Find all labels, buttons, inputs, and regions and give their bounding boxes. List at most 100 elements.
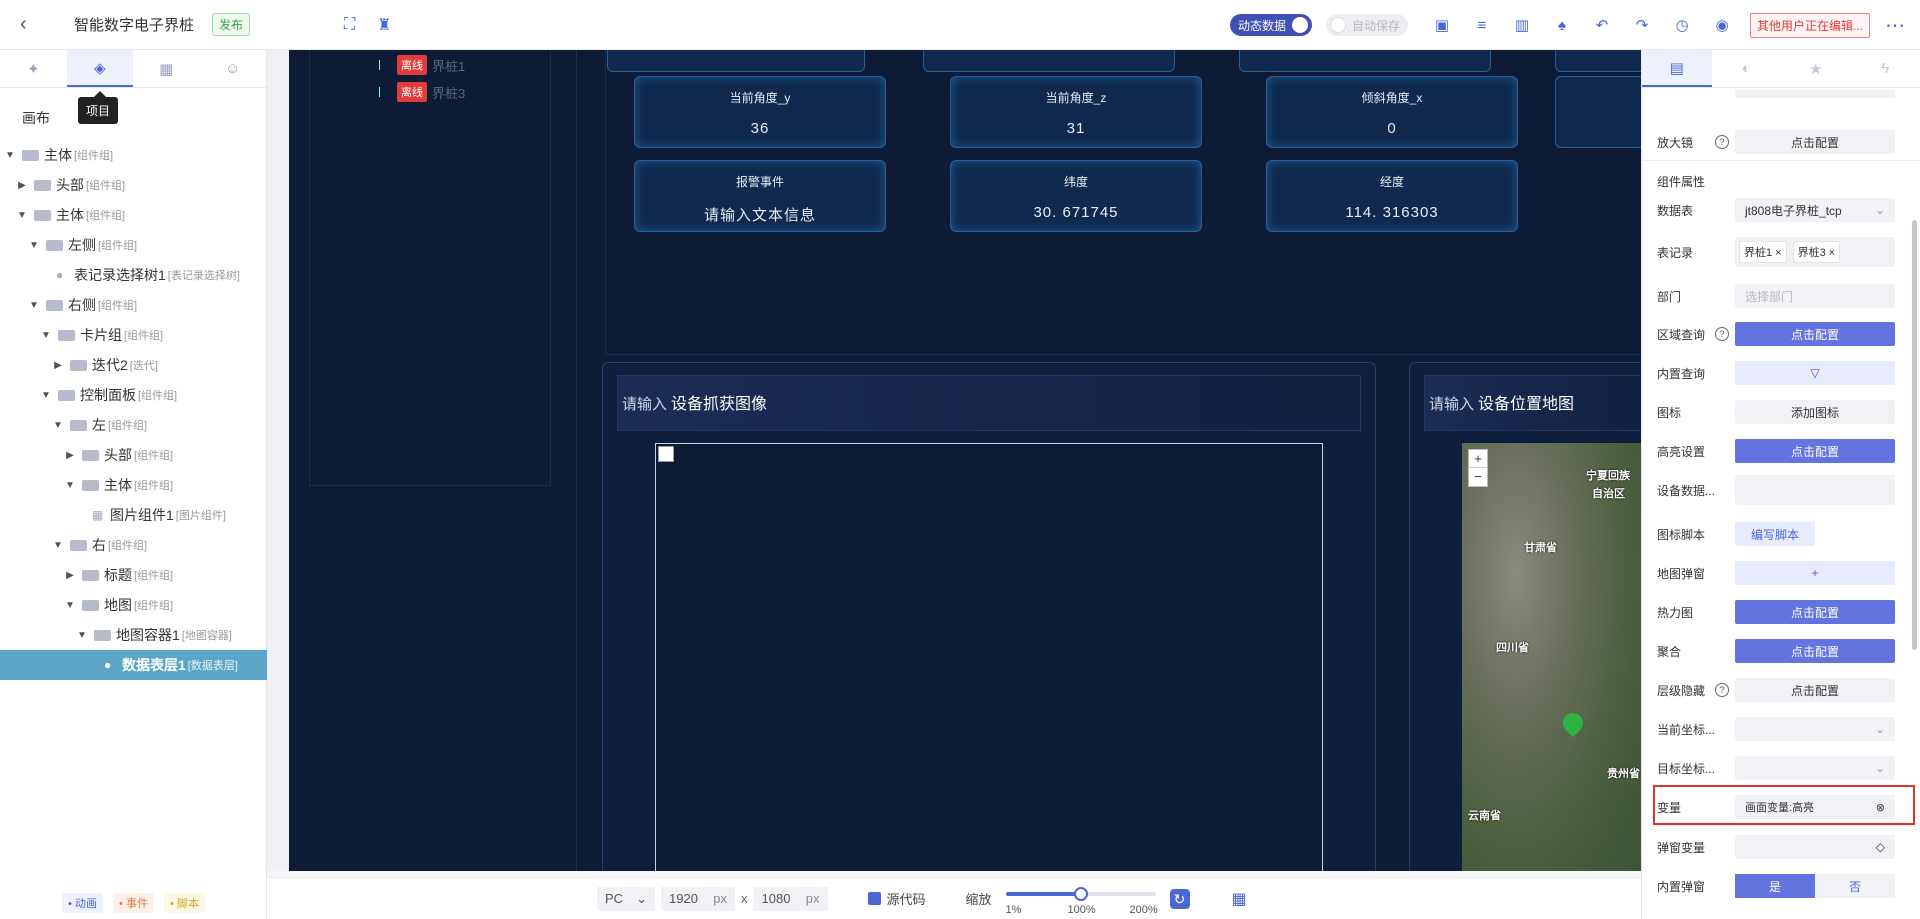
back-icon[interactable]: ‹: [20, 13, 56, 36]
zoom-in-button[interactable]: +: [1469, 450, 1487, 468]
caret-down-icon[interactable]: ▼: [52, 540, 64, 551]
caret-down-icon[interactable]: ▼: [40, 390, 52, 401]
animation-tag[interactable]: • 动画: [62, 893, 104, 913]
tree-node[interactable]: ▼ 左侧 [组件组]: [0, 230, 267, 260]
panel-placeholder[interactable]: 请输入: [1429, 396, 1474, 413]
write-script-button[interactable]: 编写脚本: [1735, 522, 1815, 546]
tree-node[interactable]: ▼ 右 [组件组]: [0, 530, 267, 560]
auto-save-toggle[interactable]: 自动保存: [1325, 14, 1408, 36]
record-chip[interactable]: 界桩1 ×: [1739, 241, 1787, 263]
area-query-config-button[interactable]: 点击配置: [1735, 322, 1895, 346]
tree-node[interactable]: ▼ 卡片组 [组件组]: [0, 320, 267, 350]
caret-down-icon[interactable]: ▼: [52, 420, 64, 431]
clear-icon[interactable]: ⊗: [1876, 801, 1885, 814]
caret-down-icon[interactable]: ▼: [16, 210, 28, 221]
current-coord-select[interactable]: ⌄: [1735, 717, 1895, 741]
tree-node[interactable]: ▶ 标题 [组件组]: [0, 560, 267, 590]
tree-node[interactable]: ▼ 左 [组件组]: [0, 410, 267, 440]
brush-icon[interactable]: ♜: [377, 15, 391, 35]
tree-node[interactable]: ▶ 迭代2 [迭代]: [0, 350, 267, 380]
record-chip[interactable]: 界桩3 ×: [1792, 241, 1841, 263]
heatmap-config-button[interactable]: 点击配置: [1735, 600, 1895, 624]
caret-down-icon[interactable]: ▼: [4, 150, 16, 161]
add-popup-button[interactable]: +: [1735, 561, 1895, 585]
zoom-slider[interactable]: 1% 100% 200%: [1005, 882, 1158, 916]
tree-node[interactable]: ▼ 右侧 [组件组]: [0, 290, 267, 320]
layer-hide-config-button[interactable]: 点击配置: [1735, 678, 1895, 702]
tree-node[interactable]: ● 数据表层1 [数据表层]: [0, 650, 267, 680]
history-icon[interactable]: ◷: [1662, 16, 1702, 34]
caret-down-icon[interactable]: ▼: [28, 240, 40, 251]
reset-zoom-icon[interactable]: ↻: [1169, 888, 1190, 909]
grid-icon[interactable]: ▦: [1232, 889, 1247, 909]
variable-select[interactable]: 画面变量:高亮 ⊗: [1735, 795, 1895, 819]
tab-favorites[interactable]: ★: [1781, 50, 1851, 87]
chart-icon[interactable]: ▥: [1502, 16, 1542, 34]
tree-node[interactable]: ▼ 地图 [组件组]: [0, 590, 267, 620]
help-icon[interactable]: ?: [1715, 683, 1729, 697]
tree-node[interactable]: ▦ 图片组件1 [图片组件]: [0, 500, 267, 530]
records-select[interactable]: 界桩1 × 界桩3 ×: [1735, 237, 1895, 267]
script-tag[interactable]: • 脚本: [163, 893, 205, 913]
caret-down-icon[interactable]: ▼: [64, 600, 76, 611]
tree-node[interactable]: ▼ 主体 [组件组]: [0, 140, 267, 170]
tree-node[interactable]: ● 表记录选择树1 [表记录选择树]: [0, 260, 267, 290]
filter-button[interactable]: ▽: [1735, 361, 1895, 385]
caret-right-icon[interactable]: ▶: [52, 360, 64, 371]
height-input[interactable]: 1080 px: [753, 886, 828, 911]
device-select[interactable]: PC ⌄: [597, 886, 655, 911]
add-icon-button[interactable]: 添加图标: [1735, 400, 1895, 424]
redo-icon[interactable]: ↷: [1622, 16, 1662, 34]
panel-placeholder[interactable]: 请输入: [622, 396, 667, 413]
help-icon[interactable]: ?: [1715, 135, 1729, 149]
cluster-config-button[interactable]: 点击配置: [1735, 639, 1895, 663]
tree-node[interactable]: ▼ 地图容器1 [地图容器]: [0, 620, 267, 650]
magnifier-config-button[interactable]: 点击配置: [1735, 130, 1895, 154]
no-option[interactable]: 否: [1815, 874, 1895, 898]
event-tag[interactable]: • 事件: [113, 893, 154, 913]
zoom-out-button[interactable]: −: [1469, 468, 1487, 486]
tree-node[interactable]: ▼ 控制面板 [组件组]: [0, 380, 267, 410]
database-icon[interactable]: ≡: [1462, 17, 1502, 34]
source-code-button[interactable]: 源代码: [867, 889, 926, 908]
tree-node[interactable]: ▶ 头部 [组件组]: [0, 440, 267, 470]
offline-item[interactable]: 离线 界桩1: [379, 55, 465, 75]
tab-widgets[interactable]: ▦: [133, 50, 200, 87]
tab-layers[interactable]: ◈: [66, 50, 133, 87]
tab-style[interactable]: ◐: [1712, 50, 1782, 87]
fit-screen-icon[interactable]: ⛶: [344, 16, 355, 34]
tab-components[interactable]: ✦: [0, 50, 67, 87]
caret-down-icon[interactable]: ▼: [28, 300, 40, 311]
slider-thumb[interactable]: [1073, 886, 1088, 901]
highlight-config-button[interactable]: 点击配置: [1735, 439, 1895, 463]
caret-right-icon[interactable]: ▶: [16, 180, 28, 191]
canvas-label[interactable]: 画布: [22, 108, 50, 128]
caret-right-icon[interactable]: ▶: [64, 570, 76, 581]
more-icon[interactable]: ⋯: [1870, 13, 1920, 38]
undo-icon[interactable]: ↶: [1582, 16, 1622, 34]
caret-down-icon[interactable]: ▼: [76, 630, 88, 641]
tree-node[interactable]: ▶ 头部 [组件组]: [0, 170, 267, 200]
popup-variable-select[interactable]: ◇: [1735, 835, 1895, 859]
tab-user[interactable]: ☺: [200, 50, 267, 87]
tab-events[interactable]: ϟ: [1851, 50, 1920, 87]
publish-badge[interactable]: 发布: [212, 13, 251, 36]
image-icon[interactable]: ▣: [1422, 16, 1462, 34]
datasheet-select[interactable]: jt808电子界桩_tcp ⌄: [1735, 198, 1895, 222]
device-data-field[interactable]: [1735, 475, 1895, 505]
preview-icon[interactable]: ◉: [1702, 16, 1742, 34]
vertical-scrollbar[interactable]: [1912, 220, 1917, 650]
dynamic-data-toggle[interactable]: 动态数据: [1229, 14, 1312, 36]
editing-warning[interactable]: 其他用户正在编辑...: [1749, 12, 1870, 38]
satellite-map[interactable]: + − 宁夏回族 自治区 甘肃省 四川省 贵州省 云南省: [1462, 443, 1641, 871]
help-icon[interactable]: ?: [1715, 327, 1729, 341]
target-coord-select[interactable]: ⌄: [1735, 756, 1895, 780]
tab-properties[interactable]: ▤: [1642, 50, 1712, 87]
width-input[interactable]: 1920 px: [661, 886, 735, 911]
tree-node[interactable]: ▼ 主体 [组件组]: [0, 200, 267, 230]
map-marker-icon[interactable]: [1558, 708, 1588, 738]
caret-down-icon[interactable]: ▼: [40, 330, 52, 341]
dept-select[interactable]: 选择部门: [1735, 284, 1895, 308]
yes-option[interactable]: 是: [1735, 874, 1815, 898]
caret-down-icon[interactable]: ▼: [64, 480, 76, 491]
